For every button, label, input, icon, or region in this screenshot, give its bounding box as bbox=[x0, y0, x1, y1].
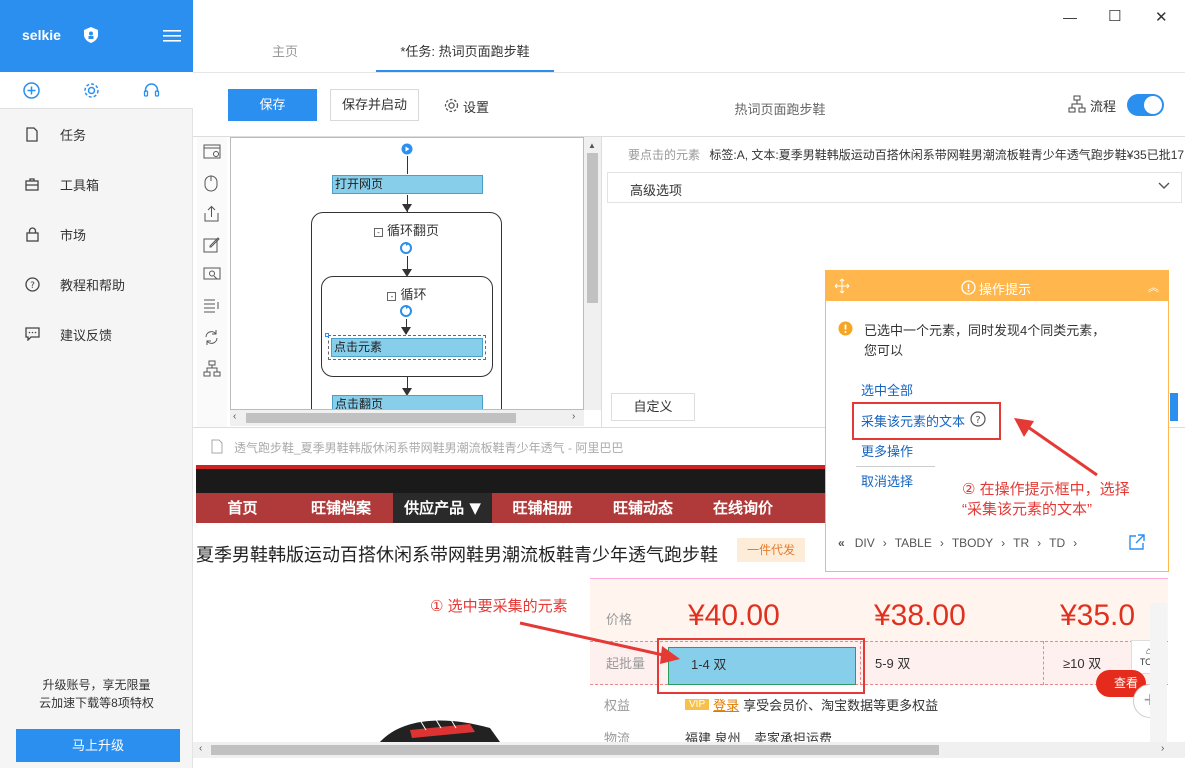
annotation-arrows bbox=[519, 418, 1098, 664]
